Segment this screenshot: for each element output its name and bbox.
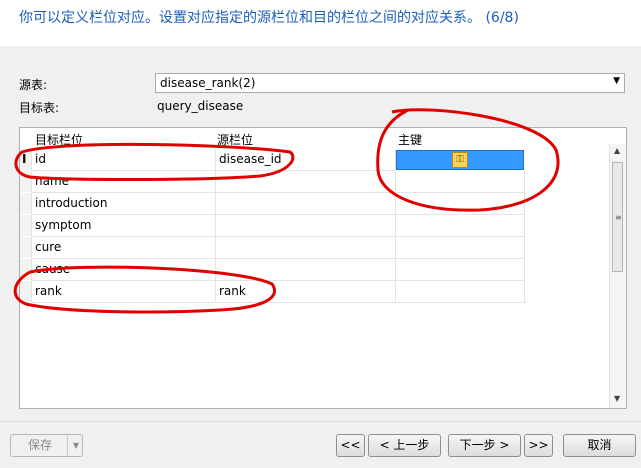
target-field-cell[interactable]: symptom xyxy=(32,215,216,237)
next-button[interactable]: 下一步 > xyxy=(448,434,521,457)
primary-key-cell[interactable] xyxy=(396,281,525,303)
row-selector[interactable] xyxy=(20,237,32,258)
target-field-cell[interactable]: cause xyxy=(32,259,216,281)
target-field-cell[interactable]: name xyxy=(32,171,216,193)
primary-key-cell[interactable] xyxy=(396,171,525,193)
target-table-value: query_disease xyxy=(157,99,244,113)
target-field-text: name xyxy=(35,174,70,188)
table-row[interactable]: I id disease_id ⚿ xyxy=(20,149,525,171)
previous-button[interactable]: < 上一步 xyxy=(368,434,441,457)
target-field-text: rank xyxy=(35,284,62,298)
scroll-up-icon[interactable]: ▲ xyxy=(614,146,620,155)
row-selector[interactable] xyxy=(20,281,32,302)
source-field-cell[interactable]: disease_id xyxy=(216,149,396,171)
column-header-target[interactable]: 目标栏位 xyxy=(35,131,83,148)
table-row[interactable]: cure xyxy=(20,237,525,259)
source-field-cell[interactable] xyxy=(216,259,396,281)
field-mapping-grid: 目标栏位 源栏位 主键 I id disease_id ⚿ name intro… xyxy=(19,127,627,409)
primary-key-cell[interactable] xyxy=(396,259,525,281)
table-row[interactable]: cause xyxy=(20,259,525,281)
target-field-text: cause xyxy=(35,262,71,276)
scroll-down-icon[interactable]: ▼ xyxy=(614,394,620,403)
primary-key-cell[interactable] xyxy=(396,237,525,259)
primary-key-cell[interactable] xyxy=(396,215,525,237)
source-field-text: rank xyxy=(219,284,246,298)
page-title: 你可以定义栏位对应。设置对应指定的源栏位和目的栏位之间的对应关系。 (6/8) xyxy=(19,10,519,26)
source-table-select[interactable]: disease_rank(2) ▼ xyxy=(155,73,625,93)
save-button-label: 保存 xyxy=(28,438,53,452)
wizard-header: 你可以定义栏位对应。设置对应指定的源栏位和目的栏位之间的对应关系。 (6/8) xyxy=(0,0,641,46)
target-field-cell[interactable]: id xyxy=(32,149,216,171)
source-field-text: disease_id xyxy=(219,152,282,166)
primary-key-cell[interactable]: ⚿ xyxy=(396,150,524,170)
save-button[interactable]: 保存 ▾ xyxy=(10,434,83,457)
text-cursor-icon: I xyxy=(22,152,27,166)
grid-header: 目标栏位 源栏位 主键 xyxy=(20,128,610,148)
target-field-cell[interactable]: introduction xyxy=(32,193,216,215)
grip-icon: ≡ xyxy=(615,213,622,222)
row-selector[interactable] xyxy=(20,259,32,280)
target-field-text: symptom xyxy=(35,218,92,232)
key-icon: ⚿ xyxy=(452,152,468,168)
table-row[interactable]: introduction xyxy=(20,193,525,215)
source-field-cell[interactable] xyxy=(216,215,396,237)
row-selector[interactable] xyxy=(20,215,32,236)
scrollbar-thumb[interactable]: ≡ xyxy=(612,162,623,272)
target-field-cell[interactable]: cure xyxy=(32,237,216,259)
primary-key-cell[interactable] xyxy=(396,193,525,215)
source-field-cell[interactable] xyxy=(216,171,396,193)
first-step-button[interactable]: << xyxy=(336,434,365,457)
source-table-label: 源表: xyxy=(19,78,48,92)
column-header-primary-key[interactable]: 主键 xyxy=(398,131,422,148)
dropdown-arrow-icon[interactable]: ▾ xyxy=(67,435,84,456)
row-selector[interactable] xyxy=(20,193,32,214)
column-header-source[interactable]: 源栏位 xyxy=(217,131,253,148)
target-field-cell[interactable]: rank xyxy=(32,281,216,303)
cancel-button[interactable]: 取消 xyxy=(563,434,636,457)
table-row[interactable]: symptom xyxy=(20,215,525,237)
row-selector[interactable] xyxy=(20,171,32,192)
table-row[interactable]: rank rank xyxy=(20,281,525,303)
target-field-text: cure xyxy=(35,240,62,254)
source-field-cell[interactable]: rank xyxy=(216,281,396,303)
table-row[interactable]: name xyxy=(20,171,525,193)
target-table-label: 目标表: xyxy=(19,101,60,115)
vertical-scrollbar[interactable]: ▲ ≡ ▼ xyxy=(609,144,626,408)
last-step-button[interactable]: >> xyxy=(524,434,553,457)
source-field-cell[interactable] xyxy=(216,193,396,215)
source-table-value: disease_rank(2) xyxy=(160,76,256,90)
row-selector[interactable]: I xyxy=(20,149,32,170)
target-field-text: introduction xyxy=(35,196,108,210)
chevron-down-icon[interactable]: ▼ xyxy=(613,76,620,86)
target-field-text: id xyxy=(35,152,46,166)
source-field-cell[interactable] xyxy=(216,237,396,259)
